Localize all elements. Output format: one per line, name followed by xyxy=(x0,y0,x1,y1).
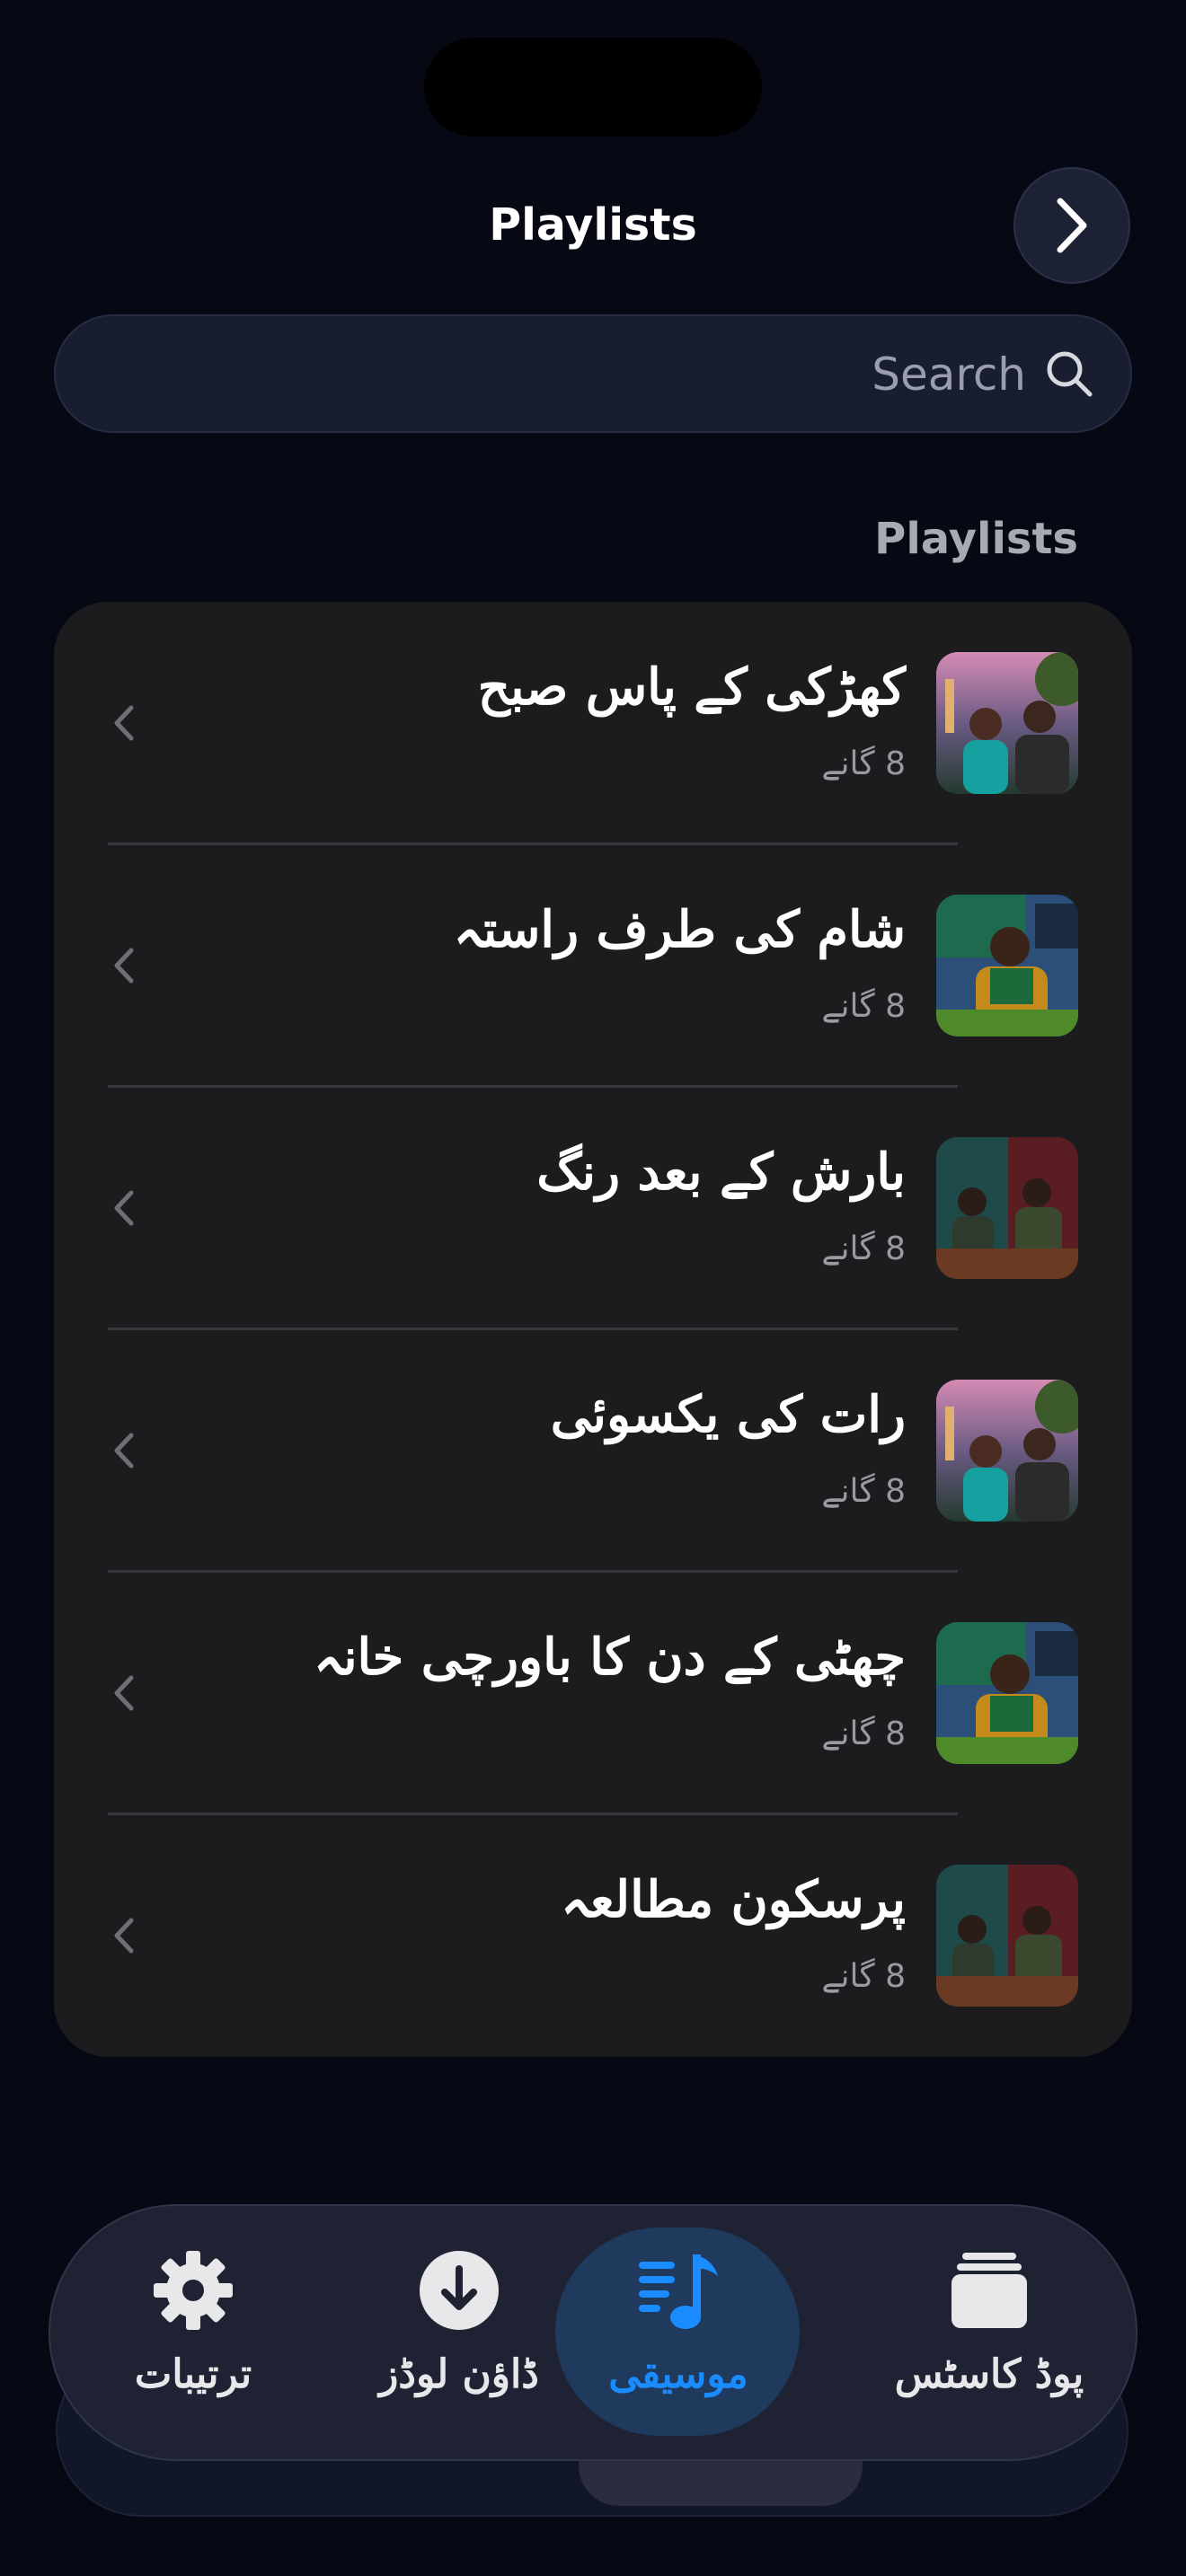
chevron-left-icon xyxy=(114,1190,134,1226)
playlist-title: چھٹی کے دن کا باورچی خانہ xyxy=(314,1628,906,1687)
chevron-left-icon xyxy=(114,948,134,984)
playlist-list: کھڑکی کے پاس صبح 8 گانے شام کی طرف راستہ… xyxy=(54,602,1132,2057)
playlist-artwork xyxy=(936,895,1078,1037)
playlist-artwork xyxy=(936,1865,1078,2007)
search-placeholder: Search xyxy=(872,348,1026,401)
playlist-artwork xyxy=(936,1622,1078,1764)
tab-settings-label: ترتیبات xyxy=(134,2351,252,2397)
playlist-artwork xyxy=(936,1380,1078,1522)
tab-downloads[interactable]: ڈاؤن لوڈز xyxy=(338,2204,580,2461)
search-icon xyxy=(1047,351,1093,397)
dynamic-island xyxy=(424,38,762,137)
tab-downloads-label: ڈاؤن لوڈز xyxy=(379,2351,539,2397)
playlist-song-count: 8 گانے xyxy=(821,1716,906,1752)
playlist-artwork xyxy=(936,652,1078,794)
playlist-title: کھڑکی کے پاس صبح xyxy=(477,657,906,717)
chevron-left-icon xyxy=(114,1433,134,1469)
music-notes-icon xyxy=(639,2254,718,2329)
playlist-title: رات کی یکسوئی xyxy=(550,1385,906,1444)
playlist-row[interactable]: چھٹی کے دن کا باورچی خانہ 8 گانے xyxy=(54,1572,1132,1815)
playlist-title: شام کی طرف راستہ xyxy=(453,900,906,959)
playlist-title: بارش کے بعد رنگ xyxy=(536,1142,906,1202)
tab-podcasts-label: پوڈ کاسٹس xyxy=(894,2351,1084,2397)
playlist-title: پرسکون مطالعہ xyxy=(561,1870,906,1929)
chevron-left-icon xyxy=(114,1675,134,1711)
stack-icon xyxy=(951,2253,1027,2328)
chevron-right-icon xyxy=(1057,198,1087,253)
playlist-row[interactable]: بارش کے بعد رنگ 8 گانے xyxy=(54,1087,1132,1330)
gear-icon xyxy=(154,2251,233,2330)
playlist-row[interactable]: شام کی طرف راستہ 8 گانے xyxy=(54,844,1132,1088)
tab-music-label: موسیقی xyxy=(608,2351,748,2397)
playlist-song-count: 8 گانے xyxy=(821,1231,906,1267)
chevron-left-icon xyxy=(114,705,134,741)
search-input[interactable]: Search xyxy=(54,314,1132,433)
forward-button[interactable] xyxy=(1013,167,1130,284)
playlist-row[interactable]: پرسکون مطالعہ 8 گانے xyxy=(54,1814,1132,2057)
playlist-song-count: 8 گانے xyxy=(821,745,906,782)
section-title: Playlists xyxy=(874,514,1078,564)
tab-podcasts[interactable]: پوڈ کاسٹس xyxy=(868,2204,1111,2461)
page-title: Playlists xyxy=(489,199,697,251)
playlist-row[interactable]: کھڑکی کے پاس صبح 8 گانے xyxy=(54,602,1132,845)
download-icon xyxy=(420,2251,499,2330)
playlist-row[interactable]: رات کی یکسوئی 8 گانے xyxy=(54,1329,1132,1573)
playlist-artwork xyxy=(936,1137,1078,1279)
playlist-song-count: 8 گانے xyxy=(821,988,906,1025)
playlist-song-count: 8 گانے xyxy=(821,1473,906,1510)
playlist-song-count: 8 گانے xyxy=(821,1958,906,1995)
chevron-left-icon xyxy=(114,1918,134,1954)
tab-settings[interactable]: ترتیبات xyxy=(72,2204,314,2461)
tab-music[interactable]: موسیقی xyxy=(557,2204,800,2461)
